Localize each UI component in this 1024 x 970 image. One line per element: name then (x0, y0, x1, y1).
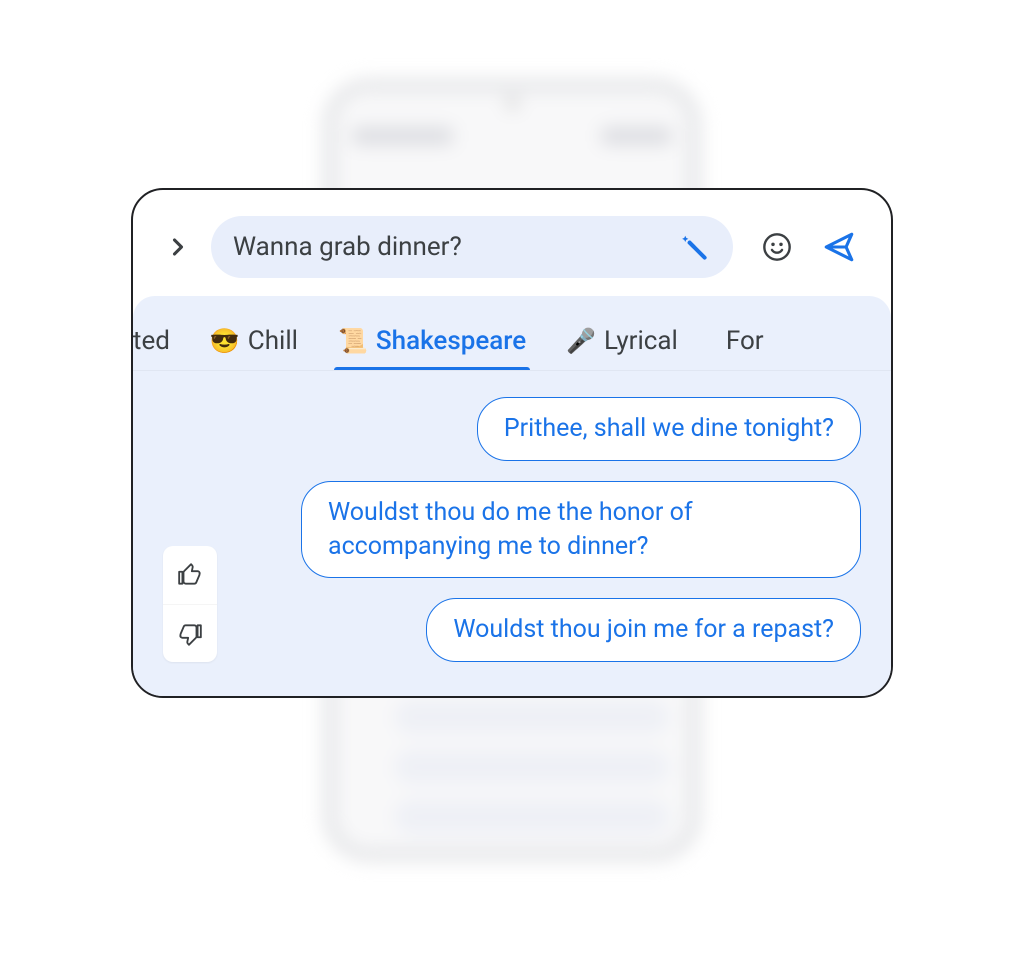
tab-shakespeare[interactable]: 📜 Shakespeare (318, 316, 546, 370)
thumbs-down-button[interactable] (163, 604, 217, 662)
tab-lyrical[interactable]: 🎤 Lyrical (546, 316, 698, 370)
tab-label: For (726, 326, 764, 356)
tab-chill[interactable]: 😎 Chill (190, 316, 318, 370)
tab-label: Shakespeare (376, 326, 526, 356)
suggestion-item[interactable]: Wouldst thou join me for a repast? (426, 598, 861, 662)
suggestion-list: Prithee, shall we dine tonight? Wouldst … (133, 371, 891, 682)
tab-formal[interactable]: For (698, 316, 764, 370)
suggestion-panel: cited 😎 Chill 📜 Shakespeare 🎤 Lyrical Fo… (133, 296, 891, 698)
magic-compose-card: Wanna grab dinner? (131, 188, 893, 698)
chevron-right-icon (164, 233, 192, 261)
style-tabs: cited 😎 Chill 📜 Shakespeare 🎤 Lyrical Fo… (133, 306, 891, 371)
scroll-emoji-icon: 📜 (338, 327, 368, 355)
sunglasses-emoji-icon: 😎 (210, 327, 240, 355)
compose-row: Wanna grab dinner? (133, 190, 891, 296)
emoji-button[interactable] (755, 225, 799, 269)
tab-label: Lyrical (604, 326, 678, 356)
microphone-emoji-icon: 🎤 (566, 327, 596, 355)
send-icon (822, 230, 856, 264)
tab-label: Chill (248, 326, 298, 356)
send-button[interactable] (817, 225, 861, 269)
thumbs-up-button[interactable] (163, 546, 217, 604)
suggestion-item[interactable]: Prithee, shall we dine tonight? (477, 397, 861, 461)
tab-excited[interactable]: cited (133, 316, 190, 370)
magic-wand-icon (679, 232, 709, 262)
message-input[interactable]: Wanna grab dinner? (211, 216, 733, 278)
suggestion-item[interactable]: Wouldst thou do me the honor of accompan… (301, 481, 861, 579)
expand-button[interactable] (159, 228, 197, 266)
tab-label: cited (133, 326, 170, 356)
message-input-text: Wanna grab dinner? (233, 232, 667, 262)
magic-compose-button[interactable] (677, 230, 711, 264)
smiley-icon (761, 231, 793, 263)
feedback-buttons (163, 546, 217, 662)
thumbs-up-icon (177, 562, 203, 588)
thumbs-down-icon (177, 621, 203, 647)
